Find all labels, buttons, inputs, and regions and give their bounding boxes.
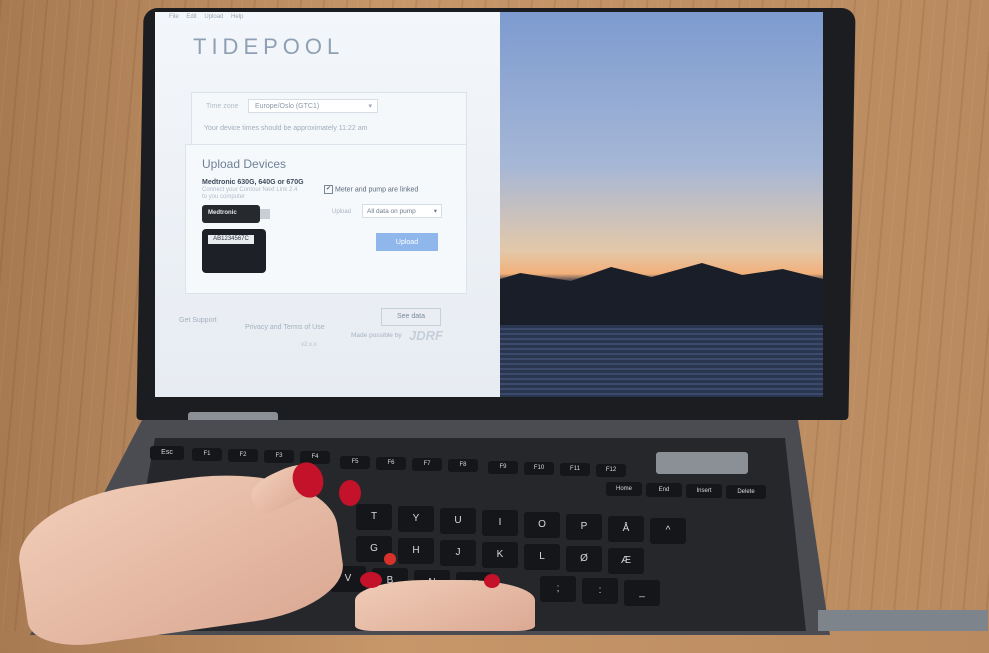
key[interactable]: Å <box>608 516 644 542</box>
menu-bar: File Edit Upload Help <box>169 14 249 20</box>
right-hand <box>355 580 535 631</box>
menu-edit[interactable]: Edit <box>186 14 196 20</box>
key[interactable]: F6 <box>376 457 406 470</box>
key[interactable]: Esc <box>150 446 184 460</box>
made-possible-by-text: Made possible by <box>351 332 402 339</box>
device-instructions-2: to you computer <box>202 194 246 200</box>
upload-button[interactable]: Upload <box>376 233 438 251</box>
key[interactable]: Insert <box>686 484 722 498</box>
linked-checkbox[interactable]: ✔ Meter and pump are linked <box>324 185 418 194</box>
upload-devices-panel: Upload Devices Medtronic 630G, 640G or 6… <box>185 144 467 294</box>
chevron-down-icon: ▾ <box>368 103 372 110</box>
desktop-wallpaper <box>480 12 823 397</box>
key[interactable]: F8 <box>448 459 478 472</box>
key[interactable]: T <box>356 504 392 530</box>
insulin-pump-image: AB1234567C <box>202 229 266 273</box>
key[interactable]: L <box>524 544 560 570</box>
timezone-value: Europe/Oslo (GTC1) <box>255 103 320 110</box>
device-edge <box>818 610 988 631</box>
key[interactable]: Y <box>398 506 434 532</box>
key[interactable]: ^ <box>650 518 686 544</box>
key[interactable]: F5 <box>340 456 370 469</box>
key[interactable]: F11 <box>560 463 590 476</box>
jdrf-logo: JDRF <box>409 328 443 343</box>
fingernail <box>360 572 382 588</box>
tidepool-logo: TIDEPOOL <box>193 34 345 59</box>
right-hinge <box>656 452 748 474</box>
fingernail <box>484 574 500 588</box>
privacy-terms-link[interactable]: Privacy and Terms of Use <box>245 324 325 331</box>
timezone-label: Time zone <box>206 103 239 110</box>
key[interactable]: Ø <box>566 546 602 572</box>
key[interactable]: _ <box>624 580 660 606</box>
key[interactable]: J <box>440 540 476 566</box>
menu-help[interactable]: Help <box>231 14 243 20</box>
trackpoint[interactable] <box>384 553 396 565</box>
fingernail <box>339 480 361 506</box>
device-instructions: Connect your Contour Next Link 2.4 <box>202 187 298 193</box>
usb-stick-image: Medtronic <box>202 205 270 223</box>
key[interactable]: I <box>482 510 518 536</box>
key[interactable]: P <box>566 514 602 540</box>
upload-mode-select[interactable]: All data on pump ▾ <box>362 204 442 218</box>
laptop-screen: File Edit Upload Help TIDEPOOL Time zone… <box>155 12 823 397</box>
key[interactable]: O <box>524 512 560 538</box>
checkbox-checked-icon: ✔ <box>324 185 333 194</box>
menu-upload[interactable]: Upload <box>204 14 223 20</box>
linked-checkbox-label: Meter and pump are linked <box>335 186 419 194</box>
upload-mode-label: Upload <box>332 209 352 215</box>
key[interactable]: F10 <box>524 462 554 475</box>
key[interactable]: F3 <box>264 450 294 463</box>
upload-devices-title: Upload Devices <box>202 157 287 171</box>
key[interactable]: F1 <box>192 448 222 461</box>
key[interactable]: K <box>482 542 518 568</box>
mountain-silhouette <box>480 263 823 325</box>
key[interactable]: Æ <box>608 548 644 574</box>
usb-connector <box>260 209 270 219</box>
key[interactable]: U <box>440 508 476 534</box>
timezone-note: Your device times should be approximatel… <box>204 125 368 132</box>
key[interactable]: H <box>398 538 434 564</box>
key[interactable]: : <box>582 578 618 604</box>
key[interactable]: ; <box>540 576 576 602</box>
pump-serial-label: AB1234567C <box>208 235 254 244</box>
timezone-panel: Time zone Europe/Oslo (GTC1) ▾ Your devi… <box>191 92 467 146</box>
key[interactable]: End <box>646 483 682 497</box>
device-name: Medtronic 630G, 640G or 670G <box>202 179 304 186</box>
get-support-link[interactable]: Get Support <box>179 317 217 324</box>
upload-mode-value: All data on pump <box>367 208 416 215</box>
chevron-down-icon: ▾ <box>433 208 437 215</box>
key[interactable]: F9 <box>488 461 518 474</box>
key[interactable]: F12 <box>596 464 626 477</box>
tidepool-uploader-window: File Edit Upload Help TIDEPOOL Time zone… <box>155 12 500 397</box>
see-data-button[interactable]: See data <box>381 308 441 326</box>
key[interactable]: Delete <box>726 485 766 499</box>
menu-file[interactable]: File <box>169 14 179 20</box>
timezone-select[interactable]: Europe/Oslo (GTC1) ▾ <box>248 99 378 113</box>
key[interactable]: F2 <box>228 449 258 462</box>
app-version: v2.x.x <box>301 342 317 348</box>
key[interactable]: Home <box>606 482 642 496</box>
stick-brand-label: Medtronic <box>208 210 237 216</box>
key[interactable]: F7 <box>412 458 442 471</box>
lake-water <box>480 325 823 397</box>
